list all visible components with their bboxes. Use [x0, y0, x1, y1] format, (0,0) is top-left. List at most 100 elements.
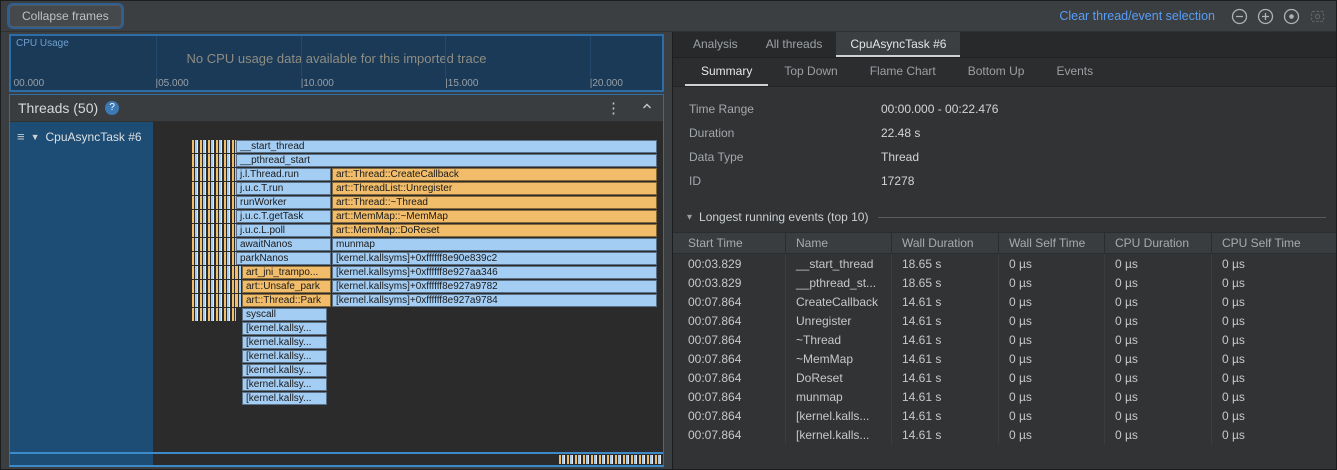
tab-cpuasynctask-6[interactable]: CpuAsyncTask #6 [836, 32, 960, 57]
thread-expand-icon[interactable]: ▼ [31, 130, 40, 144]
events-section-header[interactable]: ▾ Longest running events (top 10) [687, 210, 1326, 224]
column-header[interactable]: Wall Self Time [998, 233, 1104, 253]
table-cell: 0 µs [998, 292, 1104, 311]
axis-gridline [590, 36, 591, 77]
table-cell: 0 µs [1104, 406, 1211, 425]
field-label: Duration [689, 126, 881, 140]
flame-bar[interactable]: [kernel.kallsy... [242, 392, 327, 405]
table-cell: 14.61 s [891, 425, 998, 444]
flame-activity-ticks [192, 210, 236, 223]
flame-bar[interactable]: awaitNanos [236, 238, 331, 251]
field-value: 00:00.000 - 00:22.476 [881, 102, 998, 116]
subtab-flame-chart[interactable]: Flame Chart [854, 58, 952, 86]
flame-bar[interactable]: [kernel.kallsy... [242, 378, 327, 391]
table-cell: 00:07.864 [673, 352, 785, 366]
summary-content: Time Range00:00.000 - 00:22.476Duration2… [673, 87, 1336, 469]
table-cell: 0 µs [998, 273, 1104, 292]
table-cell: [kernel.kalls... [785, 425, 891, 444]
drag-handle-icon[interactable]: ≡ [17, 130, 25, 144]
table-row[interactable]: 00:07.864DoReset14.61 s0 µs0 µs0 µs [673, 368, 1336, 387]
flame-bar[interactable]: runWorker [236, 196, 331, 209]
flame-bar[interactable]: [kernel.kallsyms]+0xffffff8e90e839c2 [332, 252, 657, 265]
table-row[interactable]: 00:07.864CreateCallback14.61 s0 µs0 µs0 … [673, 292, 1336, 311]
summary-field-duration: Duration22.48 s [673, 121, 1336, 145]
table-row[interactable]: 00:07.864munmap14.61 s0 µs0 µs0 µs [673, 387, 1336, 406]
flame-bar[interactable]: art::ThreadList::Unregister [332, 182, 657, 195]
zoom-in-icon[interactable] [1257, 8, 1274, 25]
flame-bar[interactable]: [kernel.kallsy... [242, 364, 327, 377]
collapse-panel-icon[interactable] [641, 99, 653, 117]
table-cell: [kernel.kalls... [785, 406, 891, 425]
main-split: CPU Usage No CPU usage data available fo… [1, 32, 1336, 469]
column-header[interactable]: Wall Duration [891, 233, 998, 253]
next-thread-track[interactable] [10, 454, 663, 465]
clear-selection-link[interactable]: Clear thread/event selection [1059, 9, 1215, 23]
flame-bar[interactable]: art_jni_trampo... [242, 266, 331, 279]
table-row[interactable]: 00:07.864~MemMap14.61 s0 µs0 µs0 µs [673, 349, 1336, 368]
flame-bar[interactable]: art::MemMap::~MemMap [332, 210, 657, 223]
flame-bar[interactable]: art::Unsafe_park [242, 280, 331, 293]
reset-zoom-icon[interactable] [1283, 8, 1300, 25]
field-value: 22.48 s [881, 126, 920, 140]
axis-gridline [445, 36, 446, 77]
field-label: ID [689, 174, 881, 188]
threads-panel: Threads (50) ? ⋮ ≡ ▼ CpuAsyncTask #6 __s… [9, 94, 664, 467]
table-cell: 00:07.864 [673, 314, 785, 328]
subtab-events[interactable]: Events [1040, 58, 1109, 86]
flame-bar[interactable]: parkNanos [236, 252, 331, 265]
collapse-frames-button[interactable]: Collapse frames [9, 5, 122, 27]
subtab-top-down[interactable]: Top Down [768, 58, 853, 86]
table-cell: 14.61 s [891, 311, 998, 330]
table-cell: 0 µs [1211, 349, 1336, 368]
threads-header: Threads (50) ? ⋮ [10, 95, 663, 122]
subtab-bottom-up[interactable]: Bottom Up [952, 58, 1041, 86]
column-header[interactable]: CPU Self Time [1211, 233, 1336, 253]
tab-analysis[interactable]: Analysis [679, 32, 752, 57]
events-section-title: Longest running events (top 10) [699, 210, 868, 224]
subtab-summary[interactable]: Summary [685, 58, 768, 86]
flame-bar[interactable]: j.u.c.L.poll [236, 224, 331, 237]
flame-bar[interactable]: art::MemMap::DoReset [332, 224, 657, 237]
field-value: Thread [881, 150, 919, 164]
next-thread-flame-area[interactable] [153, 454, 663, 465]
thread-list-item[interactable]: ≡ ▼ CpuAsyncTask #6 [10, 122, 153, 452]
table-cell: 0 µs [998, 406, 1104, 425]
table-row[interactable]: 00:07.864[kernel.kalls...14.61 s0 µs0 µs… [673, 425, 1336, 444]
table-row[interactable]: 00:03.829__pthread_st...18.65 s0 µs0 µs0… [673, 273, 1336, 292]
flame-bar[interactable]: syscall [242, 308, 327, 321]
flame-bar[interactable]: [kernel.kallsy... [242, 336, 327, 349]
table-row[interactable]: 00:07.864Unregister14.61 s0 µs0 µs0 µs [673, 311, 1336, 330]
column-header[interactable]: Name [785, 233, 891, 253]
flame-bar[interactable]: munmap [332, 238, 657, 251]
flame-bar[interactable]: j.l.Thread.run [236, 168, 331, 181]
help-icon[interactable]: ? [105, 101, 119, 115]
table-cell: __pthread_st... [785, 273, 891, 292]
column-header[interactable]: Start Time [673, 236, 785, 250]
column-header[interactable]: CPU Duration [1104, 233, 1211, 253]
tab-all-threads[interactable]: All threads [752, 32, 837, 57]
flame-bar[interactable]: art::Thread::~Thread [332, 196, 657, 209]
table-cell: 14.61 s [891, 349, 998, 368]
table-cell: munmap [785, 387, 891, 406]
section-collapse-icon[interactable]: ▾ [687, 212, 692, 223]
flame-bar[interactable]: __start_thread [236, 140, 657, 153]
flame-bar[interactable]: [kernel.kallsyms]+0xffffff8e927a9784 [332, 294, 657, 307]
flame-bar[interactable]: [kernel.kallsyms]+0xffffff8e927aa346 [332, 266, 657, 279]
next-thread-label-area[interactable] [10, 454, 153, 465]
flame-bar[interactable]: [kernel.kallsy... [242, 350, 327, 363]
zoom-out-icon[interactable] [1231, 8, 1248, 25]
flame-bar[interactable]: art::Thread::Park [242, 294, 331, 307]
table-row[interactable]: 00:03.829__start_thread18.65 s0 µs0 µs0 … [673, 254, 1336, 273]
table-cell: __start_thread [785, 254, 891, 273]
flame-bar[interactable]: j.u.c.T.getTask [236, 210, 331, 223]
flame-bar[interactable]: __pthread_start [236, 154, 657, 167]
table-row[interactable]: 00:07.864~Thread14.61 s0 µs0 µs0 µs [673, 330, 1336, 349]
cpu-usage-panel[interactable]: CPU Usage No CPU usage data available fo… [9, 34, 664, 92]
flame-bar[interactable]: [kernel.kallsy... [242, 322, 327, 335]
table-row[interactable]: 00:07.864[kernel.kalls...14.61 s0 µs0 µs… [673, 406, 1336, 425]
flame-bar[interactable]: j.u.c.T.run [236, 182, 331, 195]
flame-chart-area[interactable]: __start_thread__pthread_startj.l.Thread.… [153, 122, 663, 452]
flame-bar[interactable]: [kernel.kallsyms]+0xffffff8e927a9782 [332, 280, 657, 293]
more-options-icon[interactable]: ⋮ [606, 99, 621, 117]
flame-bar[interactable]: art::Thread::CreateCallback [332, 168, 657, 181]
